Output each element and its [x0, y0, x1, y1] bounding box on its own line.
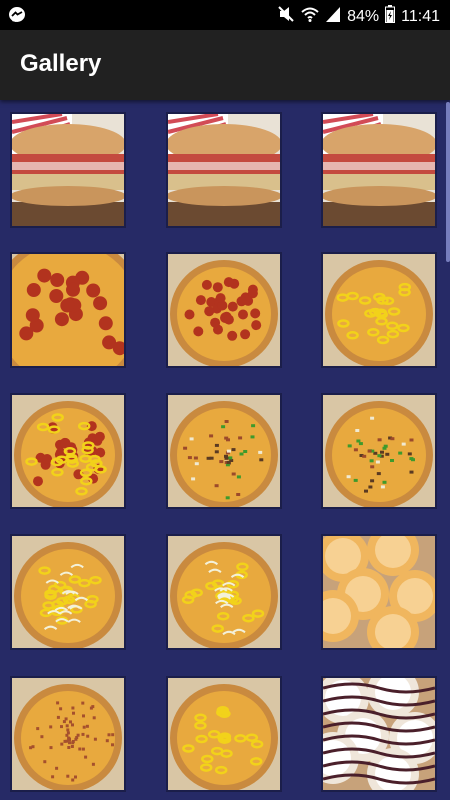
signal-icon	[325, 5, 341, 28]
battery-percent: 84%	[347, 7, 380, 25]
gallery-thumbnail[interactable]	[166, 534, 282, 650]
app-bar: Gallery	[0, 30, 450, 100]
gallery-thumbnail[interactable]	[10, 676, 126, 792]
scrollbar[interactable]	[446, 102, 450, 262]
gallery-thumbnail[interactable]	[10, 393, 126, 509]
gallery-thumbnail[interactable]	[10, 534, 126, 650]
messenger-icon	[8, 6, 26, 24]
mute-icon	[277, 5, 295, 28]
gallery-thumbnail[interactable]	[166, 393, 282, 509]
battery-icon	[385, 5, 396, 28]
gallery-grid[interactable]	[0, 100, 450, 800]
gallery-thumbnail[interactable]	[321, 252, 437, 368]
page-title: Gallery	[20, 50, 102, 77]
gallery-thumbnail[interactable]	[321, 112, 437, 228]
gallery-thumbnail[interactable]	[321, 534, 437, 650]
gallery-thumbnail[interactable]	[166, 252, 282, 368]
wifi-icon	[301, 5, 319, 28]
gallery-thumbnail[interactable]	[166, 112, 282, 228]
gallery-thumbnail[interactable]	[10, 112, 126, 228]
clock: 11:41	[401, 7, 440, 25]
status-bar: 84% 11:41	[0, 0, 450, 30]
gallery-thumbnail[interactable]	[321, 393, 437, 509]
gallery-thumbnail[interactable]	[166, 676, 282, 792]
gallery-thumbnail[interactable]	[321, 676, 437, 792]
gallery-thumbnail[interactable]	[10, 252, 126, 368]
